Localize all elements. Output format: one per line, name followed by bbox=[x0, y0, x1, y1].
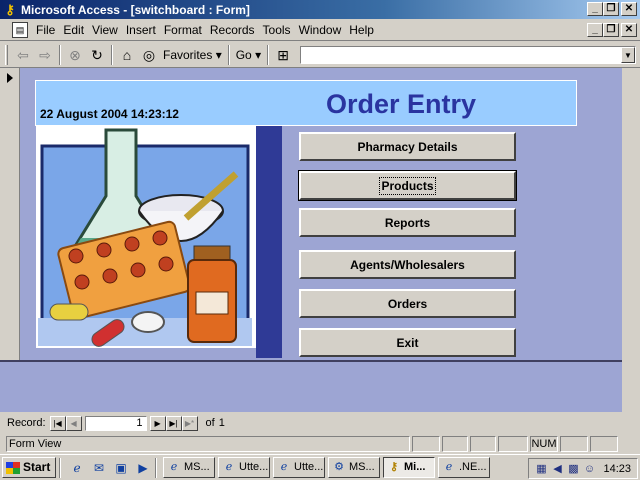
ie-icon: ℯ bbox=[280, 461, 288, 473]
network-icon[interactable]: ▦ bbox=[533, 462, 549, 475]
search-web-icon[interactable]: ◎ bbox=[138, 44, 160, 66]
menu-window[interactable]: Window bbox=[295, 23, 346, 37]
toolbar-grip[interactable] bbox=[5, 44, 8, 65]
status-panel bbox=[470, 436, 496, 452]
taskbar-separator bbox=[155, 457, 157, 478]
record-selector[interactable] bbox=[0, 68, 20, 360]
doc-minimize-button[interactable]: _ bbox=[587, 23, 603, 37]
menu-tools[interactable]: Tools bbox=[259, 23, 295, 37]
access-key-icon: ⚷ bbox=[389, 461, 399, 473]
menu-format[interactable]: Format bbox=[160, 23, 206, 37]
display-icon[interactable]: ▩ bbox=[565, 462, 581, 475]
form-footer bbox=[0, 360, 622, 412]
vertical-scrollbar-area bbox=[622, 68, 640, 412]
record-total: 1 bbox=[218, 417, 225, 429]
restore-button[interactable]: ❐ bbox=[603, 2, 619, 16]
media-player-icon[interactable]: ▶ bbox=[134, 459, 152, 477]
menu-help[interactable]: Help bbox=[345, 23, 378, 37]
orders-button[interactable]: Orders bbox=[299, 289, 516, 318]
status-panel bbox=[498, 436, 528, 452]
record-number-input[interactable]: 1 bbox=[84, 415, 147, 431]
status-text: Form View bbox=[6, 436, 410, 452]
task-button-ms[interactable]: ⚙ MS... bbox=[328, 457, 380, 478]
status-panel bbox=[560, 436, 588, 452]
pharmacy-details-button[interactable]: Pharmacy Details bbox=[299, 132, 516, 161]
task-button-utte[interactable]: ℯ Utte... bbox=[273, 457, 325, 478]
record-label: Record: bbox=[7, 417, 46, 429]
desktop-icon[interactable]: ▣ bbox=[112, 459, 130, 477]
close-button[interactable]: ✕ bbox=[621, 2, 637, 16]
last-record-button[interactable]: ▶| bbox=[165, 415, 182, 431]
system-tray: ▦ ◀ ▩ ☺ 14:23 bbox=[528, 458, 638, 479]
timestamp: 22 August 2004 14:23:12 bbox=[40, 107, 179, 121]
favorites-button[interactable]: Favorites ▾ bbox=[160, 48, 225, 62]
task-button-access[interactable]: ⚷ Mi... bbox=[383, 457, 435, 478]
stop-icon[interactable]: ⊗ bbox=[64, 44, 86, 66]
toolbar-separator bbox=[227, 44, 230, 65]
menu-view[interactable]: View bbox=[88, 23, 122, 37]
first-record-button[interactable]: |◀ bbox=[49, 415, 66, 431]
record-navigation-bar: Record: |◀ ◀ 1 ▶ ▶| ▶* of 1 bbox=[0, 413, 640, 433]
toolbar-separator bbox=[267, 44, 270, 65]
home-icon[interactable]: ⌂ bbox=[116, 44, 138, 66]
toolbar-separator bbox=[59, 44, 61, 65]
menu-records[interactable]: Records bbox=[206, 23, 259, 37]
show-only-web-toolbar-icon[interactable]: ⊞ bbox=[272, 44, 294, 66]
start-button[interactable]: Start bbox=[2, 457, 56, 478]
address-input[interactable]: ▼ bbox=[300, 46, 636, 64]
new-record-button[interactable]: ▶* bbox=[181, 415, 198, 431]
taskbar-separator bbox=[59, 457, 61, 478]
decorative-strip bbox=[256, 126, 282, 358]
page-title: Order Entry bbox=[326, 89, 477, 119]
doc-restore-button[interactable]: ❐ bbox=[603, 23, 619, 37]
minimize-button[interactable]: _ bbox=[587, 2, 603, 16]
agents-wholesalers-button[interactable]: Agents/Wholesalers bbox=[299, 250, 516, 279]
menu-insert[interactable]: Insert bbox=[122, 23, 160, 37]
menu-edit[interactable]: Edit bbox=[59, 23, 88, 37]
reports-button[interactable]: Reports bbox=[299, 208, 516, 237]
exit-button[interactable]: Exit bbox=[299, 328, 516, 357]
refresh-icon[interactable]: ↻ bbox=[86, 44, 108, 66]
task-button-ms[interactable]: ℯ MS... bbox=[163, 457, 215, 478]
users-icon[interactable]: ☺ bbox=[581, 463, 597, 475]
status-panel bbox=[590, 436, 618, 452]
mmc-icon: ⚙ bbox=[334, 461, 344, 473]
back-arrow-icon[interactable]: ⇦ bbox=[12, 44, 34, 66]
next-record-button[interactable]: ▶ bbox=[149, 415, 166, 431]
title-bar: ⚷ Microsoft Access - [switchboard : Form… bbox=[0, 0, 640, 19]
status-panel bbox=[442, 436, 468, 452]
forward-arrow-icon[interactable]: ⇨ bbox=[34, 44, 56, 66]
record-of-label: of bbox=[205, 417, 215, 429]
menu-bar: ▤ File Edit View Insert Format Records T… bbox=[0, 19, 640, 41]
go-button[interactable]: Go ▾ bbox=[233, 48, 264, 62]
form-document-icon[interactable]: ▤ bbox=[12, 21, 28, 38]
products-button[interactable]: Products bbox=[298, 170, 517, 201]
ie-icon: ℯ bbox=[170, 461, 178, 473]
outlook-icon[interactable]: ✉ bbox=[90, 459, 108, 477]
access-key-icon: ⚷ bbox=[5, 1, 15, 17]
doc-close-button[interactable]: ✕ bbox=[621, 23, 637, 37]
windows-logo-icon bbox=[6, 461, 20, 474]
menu-file[interactable]: File bbox=[32, 23, 59, 37]
header-panel: 22 August 2004 14:23:12 Order Entry bbox=[35, 80, 577, 126]
task-button-net[interactable]: ℯ .NE... bbox=[438, 457, 490, 478]
toolbar-separator bbox=[111, 44, 113, 65]
ie-icon[interactable]: ℯ bbox=[68, 459, 86, 477]
window-title: Microsoft Access - [switchboard : Form] bbox=[21, 2, 250, 17]
status-bar: Form View NUM bbox=[0, 434, 640, 454]
ie-icon: ℯ bbox=[225, 461, 233, 473]
address-dropdown-icon[interactable]: ▼ bbox=[621, 47, 635, 63]
status-panel bbox=[412, 436, 440, 452]
pharmacy-clipart-image bbox=[36, 126, 256, 348]
volume-icon[interactable]: ◀ bbox=[549, 462, 565, 475]
num-lock-indicator: NUM bbox=[530, 436, 558, 452]
previous-record-button[interactable]: ◀ bbox=[65, 415, 82, 431]
current-record-arrow-icon bbox=[7, 73, 13, 83]
clock[interactable]: 14:23 bbox=[603, 463, 631, 475]
windows-taskbar: Start ℯ ✉ ▣ ▶ ℯ MS... ℯ Utte... ℯ Utte... ⚙… bbox=[0, 454, 640, 480]
task-button-utte[interactable]: ℯ Utte... bbox=[218, 457, 270, 478]
ie-icon: ℯ bbox=[445, 461, 453, 473]
